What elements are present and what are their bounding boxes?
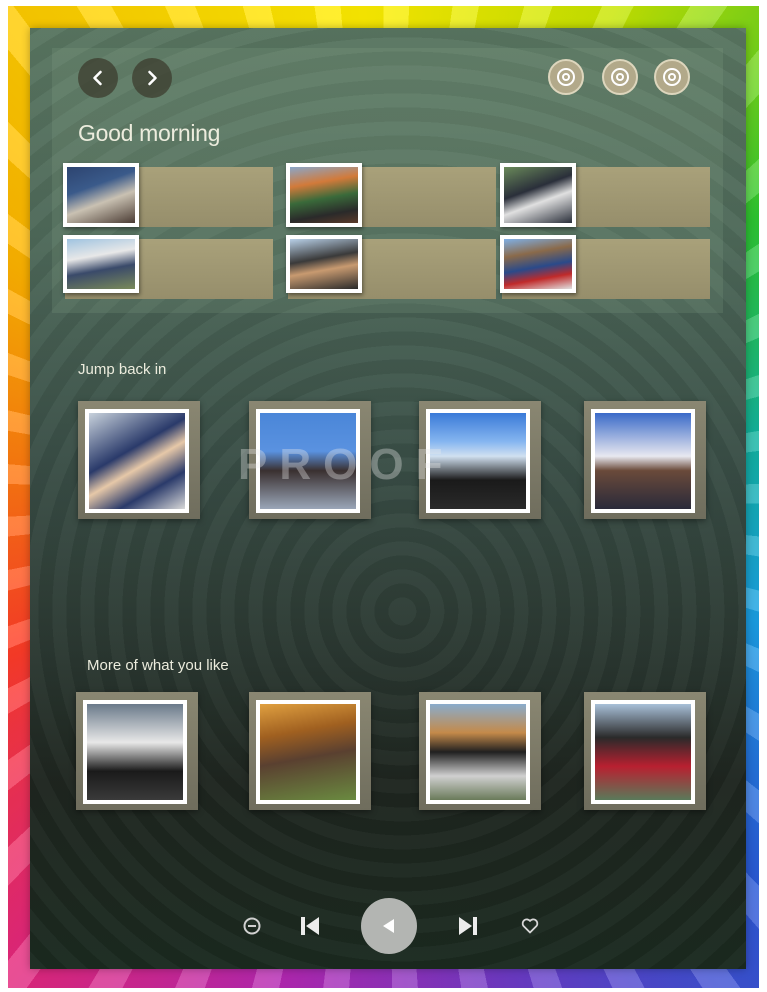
skip-back-icon: [301, 917, 319, 935]
skip-forward-icon: [459, 917, 477, 935]
app-window: Good morning Jump back in More of what y…: [30, 28, 746, 969]
group-photo: [67, 167, 135, 223]
history-button[interactable]: [602, 59, 638, 95]
shortcut-tile[interactable]: [500, 163, 710, 229]
more-of-what-you-like-heading: More of what you like: [87, 657, 229, 674]
shortcut-tile[interactable]: [286, 163, 496, 229]
shortcut-thumbnail: [63, 163, 139, 227]
ring-icon: [663, 68, 681, 86]
previous-button[interactable]: [296, 912, 324, 940]
shortcut-thumbnail: [63, 235, 139, 293]
shortcut-thumbnail: [500, 235, 576, 293]
jump-back-in-heading: Jump back in: [78, 361, 167, 378]
shortcut-tile[interactable]: [63, 235, 273, 301]
recommended-card[interactable]: [249, 692, 371, 810]
photo: [595, 413, 691, 509]
shortcut-thumbnail: [286, 163, 362, 227]
forward-button[interactable]: [132, 58, 172, 98]
shortcut-thumbnail: [286, 235, 362, 293]
card-thumbnail: [85, 409, 189, 513]
recommended-card[interactable]: [419, 692, 541, 810]
shuffle-button[interactable]: [240, 914, 264, 938]
photo: [595, 704, 691, 800]
recommended-card[interactable]: [584, 692, 706, 810]
card-thumbnail: [256, 700, 360, 804]
ring-icon: [557, 68, 575, 86]
play-icon: [383, 919, 394, 933]
shortcut-thumbnail: [500, 163, 576, 227]
card-thumbnail: [426, 700, 530, 804]
greeting-title: Good morning: [78, 120, 221, 146]
notifications-button[interactable]: [548, 59, 584, 95]
jump-back-in-card[interactable]: [584, 401, 706, 519]
shortcut-tile[interactable]: [286, 235, 496, 301]
group-photo: [290, 167, 358, 223]
back-button[interactable]: [78, 58, 118, 98]
recommended-card[interactable]: [76, 692, 198, 810]
minus-circle-icon: [243, 917, 261, 935]
photo: [430, 704, 526, 800]
photo: [260, 704, 356, 800]
play-button[interactable]: [361, 898, 417, 954]
group-photo: [504, 239, 572, 289]
next-button[interactable]: [454, 912, 482, 940]
chevron-left-icon: [93, 70, 102, 86]
photo: [89, 413, 185, 509]
photo: [87, 704, 183, 800]
shortcut-tile[interactable]: [63, 163, 273, 229]
group-photo: [290, 239, 358, 289]
proof-watermark: PROOF: [238, 440, 455, 489]
card-thumbnail: [83, 700, 187, 804]
group-photo: [504, 167, 572, 223]
shortcut-tile[interactable]: [500, 235, 710, 301]
group-photo: [67, 239, 135, 289]
heart-icon: [521, 918, 539, 934]
settings-button[interactable]: [654, 59, 690, 95]
jump-back-in-card[interactable]: [78, 401, 200, 519]
card-thumbnail: [591, 700, 695, 804]
like-button[interactable]: [518, 914, 542, 938]
chevron-right-icon: [148, 70, 157, 86]
ring-icon: [611, 68, 629, 86]
card-thumbnail: [591, 409, 695, 513]
